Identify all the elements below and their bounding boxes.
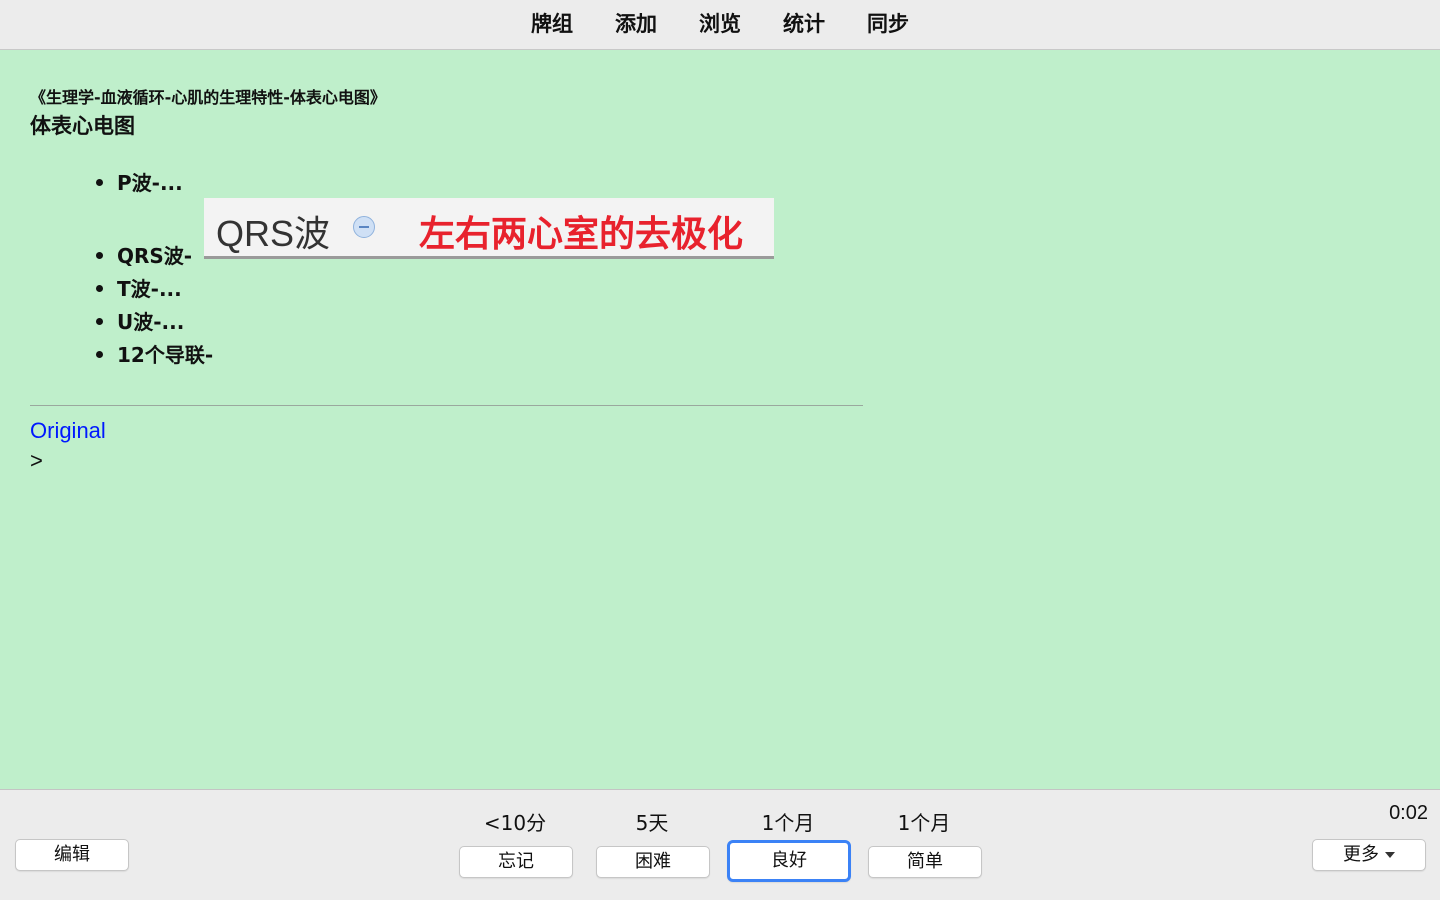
- hard-button[interactable]: 困难: [596, 846, 710, 878]
- main-nav: 牌组 添加 浏览 统计 同步: [0, 0, 1440, 49]
- minus-circle-icon: [353, 216, 375, 238]
- hard-button-label: 困难: [635, 851, 671, 872]
- again-button-label: 忘记: [498, 851, 534, 872]
- interval-easy: 1个月: [897, 811, 951, 835]
- again-button[interactable]: 忘记: [459, 846, 573, 878]
- list-item-text: QRS波-: [117, 244, 193, 268]
- popup-term: QRS波: [216, 213, 331, 254]
- good-button-label: 良好: [771, 850, 807, 871]
- easy-button-label: 简单: [907, 851, 943, 872]
- top-toolbar: 牌组 添加 浏览 统计 同步: [0, 0, 1440, 50]
- interval-hard: 5天: [635, 811, 669, 835]
- interval-good: 1个月: [761, 811, 815, 835]
- list-item: QRS波-: [96, 240, 192, 269]
- interval-again: <10分: [483, 811, 547, 835]
- list-item: P波-...: [96, 167, 183, 196]
- answer-bar: 编辑 <10分 忘记 5天 困难 1个月 良好 1个月 简单 0:02 更多: [0, 790, 1440, 900]
- edit-button[interactable]: 编辑: [15, 839, 129, 871]
- review-timer: 0:02: [1389, 802, 1428, 824]
- bullet-dot-icon: [96, 252, 103, 259]
- card-title: 体表心电图: [30, 114, 135, 138]
- nav-browse[interactable]: 浏览: [699, 0, 741, 49]
- bullet-dot-icon: [96, 318, 103, 325]
- easy-button[interactable]: 简单: [868, 846, 982, 878]
- cloze-answer-image: QRS波 左右两心室的去极化: [204, 198, 774, 259]
- list-item: T波-...: [96, 273, 182, 302]
- list-item-text: 12个导联-: [117, 343, 214, 367]
- edit-button-label: 编辑: [54, 844, 90, 865]
- good-button[interactable]: 良好: [727, 840, 851, 882]
- bullet-dot-icon: [96, 351, 103, 358]
- chevron-down-icon: [1385, 852, 1395, 858]
- nav-add[interactable]: 添加: [615, 0, 657, 49]
- bullet-dot-icon: [96, 179, 103, 186]
- nav-decks[interactable]: 牌组: [531, 0, 573, 49]
- list-item-text: T波-...: [117, 277, 182, 301]
- deck-path: 《生理学-血液循环-心肌的生理特性-体表心电图》: [30, 88, 386, 107]
- nav-stats[interactable]: 统计: [783, 0, 825, 49]
- list-item-text: P波-...: [117, 171, 183, 195]
- bullet-dot-icon: [96, 285, 103, 292]
- popup-definition: 左右两心室的去极化: [419, 214, 744, 255]
- list-item-text: U波-...: [117, 310, 185, 334]
- divider: [30, 405, 863, 406]
- trailing-text: >: [30, 448, 43, 473]
- more-button-label: 更多: [1343, 844, 1379, 865]
- more-button[interactable]: 更多: [1312, 839, 1426, 871]
- list-item: 12个导联-: [96, 339, 213, 368]
- card-area: 《生理学-血液循环-心肌的生理特性-体表心电图》 体表心电图 P波-... QR…: [0, 50, 1440, 790]
- original-link[interactable]: Original: [30, 418, 106, 444]
- list-item: U波-...: [96, 306, 184, 335]
- nav-sync[interactable]: 同步: [867, 0, 909, 49]
